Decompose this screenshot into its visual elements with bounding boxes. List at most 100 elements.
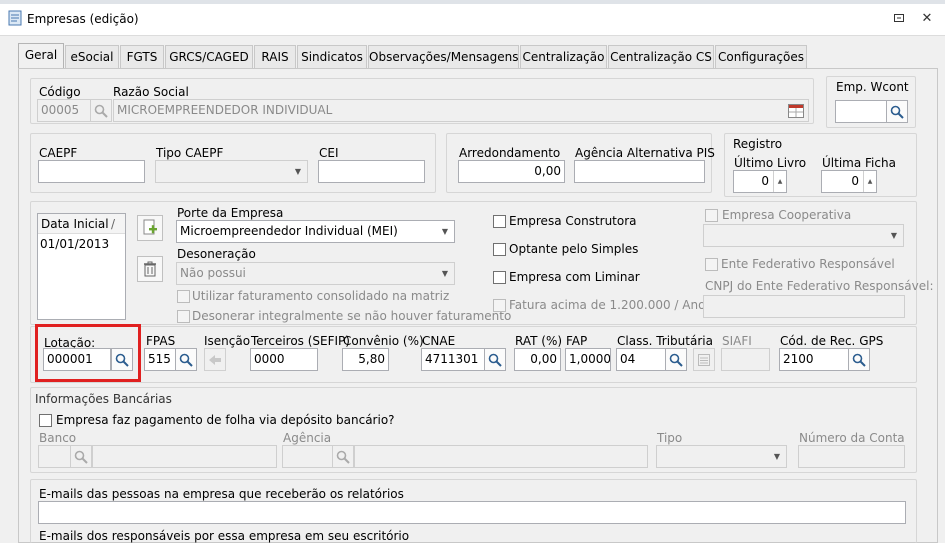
razao-field: MICROEMPREENDEDOR INDIVIDUAL (113, 99, 809, 122)
ultima-ficha-field[interactable]: 0 ▲▼ (821, 170, 877, 193)
chevron-down-icon: ▼ (294, 167, 302, 176)
ente-federativo-label: Ente Federativo Responsável (721, 257, 895, 271)
rat-field[interactable]: 0,00 (514, 348, 561, 371)
tab-centralizacao[interactable]: Centralização (520, 45, 607, 69)
cei-label: CEI (319, 146, 339, 160)
construtora-checkbox[interactable] (493, 215, 506, 228)
sort-icon[interactable]: / (111, 217, 115, 231)
codigo-field: 00005 (37, 99, 91, 122)
simples-checkbox[interactable] (493, 243, 506, 256)
cnpj-ente-field (703, 295, 905, 318)
data-inicial-grid[interactable]: Data Inicial / 01/01/2013 (37, 213, 126, 320)
cnae-search-button[interactable] (484, 348, 506, 371)
ultimo-livro-label: Último Livro (734, 156, 807, 170)
class-trib-search-button[interactable] (665, 348, 687, 371)
class-trib-list-button (693, 348, 715, 371)
table-view-icon[interactable] (786, 101, 806, 120)
convenio-field[interactable]: 5,80 (342, 348, 389, 371)
tab-esocial[interactable]: eSocial (65, 45, 119, 69)
agencia-label: Agência (283, 431, 332, 445)
table-row[interactable]: 01/01/2013 (38, 234, 125, 254)
tipo-caepf-label: Tipo CAEPF (156, 146, 224, 160)
chevron-down-icon: ▼ (441, 269, 449, 278)
fpas-field[interactable]: 515 (144, 348, 176, 371)
desoneracao-value: Não possui (180, 266, 246, 280)
spinner-icon[interactable]: ▲▼ (773, 171, 786, 192)
ultima-ficha-label: Última Ficha (822, 156, 896, 170)
search-icon (669, 353, 683, 367)
arredondamento-field[interactable]: 0,00 (458, 160, 565, 183)
agencia-code-field (282, 445, 333, 468)
banco-name-field (92, 445, 277, 468)
rat-label: RAT (%) (515, 334, 563, 348)
emails-relatorios-field[interactable] (38, 501, 906, 524)
title-bar: Empresas (edição) ✕ (0, 0, 945, 36)
agencia-pis-field[interactable] (574, 160, 705, 183)
deposito-checkbox[interactable] (39, 414, 52, 427)
cnae-field[interactable]: 4711301 (421, 348, 485, 371)
conta-label: Número da Conta (799, 431, 905, 445)
codigo-label: Código (39, 85, 81, 99)
bancarias-title: Informações Bancárias (35, 392, 172, 406)
gps-label: Cód. de Rec. GPS (780, 334, 884, 348)
registro-label: Registro (733, 137, 783, 151)
tab-centralizacao-cs[interactable]: Centralização CS (608, 45, 714, 69)
gps-field[interactable]: 2100 (779, 348, 849, 371)
tab-configuracoes[interactable]: Configurações (715, 45, 807, 69)
highlight-box (35, 324, 141, 382)
tab-fgts[interactable]: FGTS (120, 45, 164, 69)
util-faturamento-label: Utilizar faturamento consolidado na matr… (192, 289, 450, 303)
fatura-label: Fatura acima de 1.200.000 / Ano (509, 298, 706, 312)
search-icon (179, 353, 193, 367)
tab-rais[interactable]: RAIS (254, 45, 296, 69)
close-icon[interactable]: ✕ (920, 11, 934, 26)
fpas-search-button[interactable] (175, 348, 197, 371)
chevron-down-icon: ▼ (773, 452, 781, 461)
arredondamento-label: Arredondamento (459, 146, 561, 160)
fpas-label: FPAS (146, 334, 176, 348)
grid-row-date: 01/01/2013 (40, 237, 110, 251)
fatura-checkbox (493, 299, 506, 312)
porte-select[interactable]: Microempreendedor Individual (MEI) ▼ (176, 220, 455, 243)
caepf-field[interactable] (38, 160, 145, 183)
search-icon (852, 353, 866, 367)
tab-observacoes[interactable]: Observações/Mensagens (368, 45, 519, 69)
ente-federativo-checkbox (705, 258, 718, 271)
delete-button[interactable] (137, 256, 163, 282)
emails-responsaveis-label: E-mails dos responsáveis por essa empres… (39, 529, 410, 543)
spinner-icon[interactable]: ▲▼ (863, 171, 876, 192)
fap-field[interactable]: 1,0000 (565, 348, 611, 371)
siafi-field (721, 348, 770, 371)
restore-icon[interactable] (892, 12, 906, 24)
desoneracao-label: Desoneração (177, 247, 256, 261)
tab-grcs-caged[interactable]: GRCS/CAGED (165, 45, 253, 69)
siafi-label: SIAFI (722, 334, 752, 348)
gps-search-button[interactable] (848, 348, 870, 371)
emp-wcont-field[interactable] (835, 100, 887, 123)
porte-label: Porte da Empresa (177, 206, 284, 220)
cei-field[interactable] (318, 160, 425, 183)
conta-field (798, 445, 905, 468)
convenio-label: Convênio (%) (343, 334, 424, 348)
add-button[interactable] (137, 215, 163, 241)
liminar-checkbox[interactable] (493, 271, 506, 284)
window-title: Empresas (edição) (27, 12, 139, 26)
grid-header[interactable]: Data Inicial / (38, 214, 125, 234)
class-trib-field[interactable]: 04 (616, 348, 666, 371)
cooperativa-checkbox (705, 209, 718, 222)
desoneracao-select: Não possui ▼ (176, 262, 455, 285)
emp-wcont-label: Emp. Wcont (836, 80, 909, 94)
add-document-icon (143, 219, 157, 235)
desonerar-integral-label: Desonerar integralmente se não houver fa… (192, 309, 512, 323)
banco-label: Banco (39, 431, 77, 445)
agencia-name-field (354, 445, 648, 468)
tab-geral[interactable]: Geral (18, 43, 64, 69)
agencia-search-button (332, 445, 354, 468)
search-icon (336, 450, 350, 464)
tab-sindicatos[interactable]: Sindicatos (297, 45, 367, 69)
ultimo-livro-field[interactable]: 0 ▲▼ (733, 170, 787, 193)
chevron-down-icon: ▼ (441, 227, 449, 236)
chevron-down-icon: ▼ (890, 231, 898, 240)
emp-wcont-search-button[interactable] (886, 100, 908, 123)
terceiros-field[interactable]: 0000 (250, 348, 318, 371)
